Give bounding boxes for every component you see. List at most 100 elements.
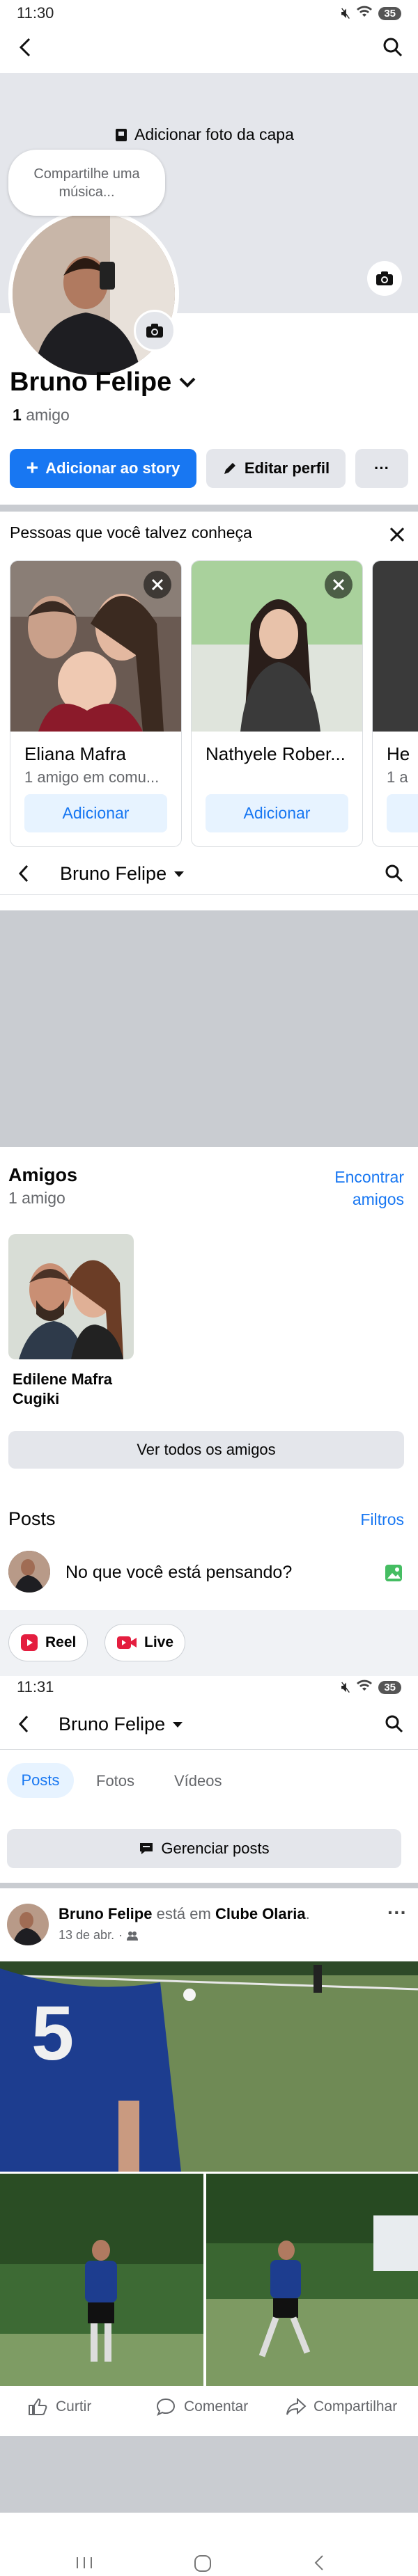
see-all-friends-button[interactable]: Ver todos os amigos: [8, 1431, 404, 1469]
friend-count-line[interactable]: 1 amigo: [13, 406, 70, 425]
back-button[interactable]: [10, 860, 38, 887]
content-placeholder: [0, 910, 418, 1147]
pencil-icon: [224, 463, 235, 474]
post-date[interactable]: 13 de abr.: [59, 1928, 114, 1943]
pymk-card[interactable]: Eliana Mafra 1 amigo em comu... Adiciona…: [10, 560, 182, 847]
header-name-dropdown[interactable]: Bruno Felipe: [59, 1714, 183, 1735]
pymk-photo: [373, 561, 418, 732]
dismiss-suggestion-button[interactable]: [325, 571, 353, 599]
find-friends-link[interactable]: Encontrar amigos: [334, 1166, 404, 1210]
post-meta: 13 de abr. ·: [59, 1928, 139, 1943]
pymk-card[interactable]: He 1 a: [372, 560, 418, 847]
friend-name[interactable]: Edilene Mafra Cugiki: [13, 1370, 112, 1409]
header-name: Bruno Felipe: [60, 863, 167, 884]
suggestion-name: Nathyele Rober...: [206, 743, 346, 764]
search-button[interactable]: [380, 1710, 408, 1738]
pymk-card[interactable]: Nathyele Rober... Adicionar: [191, 560, 363, 847]
live-video-icon: [117, 1636, 137, 1649]
back-button[interactable]: [10, 1710, 38, 1738]
edit-profile-label: Editar perfil: [244, 459, 330, 477]
edit-profile-button[interactable]: Editar perfil: [206, 449, 346, 488]
profile-name: Bruno Felipe: [10, 368, 172, 397]
friend-photo-image: [8, 1234, 134, 1359]
friend-name-line1: Edilene Mafra: [13, 1370, 113, 1388]
reel-label: Reel: [45, 1634, 77, 1650]
mute-icon: 🔇︎: [341, 4, 351, 22]
manage-posts-button[interactable]: Gerenciar posts: [7, 1829, 401, 1868]
add-to-story-button[interactable]: + Adicionar ao story: [10, 449, 196, 488]
close-icon: [151, 578, 164, 591]
live-label: Live: [144, 1634, 174, 1650]
avatar[interactable]: [8, 1551, 50, 1593]
status-bar: 11:31 🔇︎ 35: [0, 1674, 418, 1702]
suggestion-name: He: [387, 743, 410, 764]
battery-indicator: 35: [378, 1680, 401, 1694]
search-icon: [385, 864, 403, 883]
close-icon: [389, 527, 405, 542]
home-button[interactable]: [194, 2554, 212, 2576]
status-icons: 🔇︎ 35: [341, 4, 401, 22]
music-bubble[interactable]: Compartilhe uma música...: [8, 150, 165, 216]
suggestion-mutual: 1 amigo em comu...: [24, 768, 160, 786]
photo-icon: [385, 1565, 402, 1581]
tab-videos[interactable]: Vídeos: [174, 1772, 222, 1790]
recent-apps-button[interactable]: [75, 2556, 93, 2573]
system-back-button[interactable]: [314, 2554, 325, 2575]
post-photo-main[interactable]: 5: [0, 1961, 418, 2172]
post-avatar[interactable]: [7, 1904, 49, 1945]
feed-placeholder: [0, 2436, 418, 2513]
mute-icon: 🔇︎: [341, 1678, 351, 1696]
add-cover-photo-button[interactable]: Adicionar foto da capa: [115, 125, 294, 144]
share-label: Compartilhar: [314, 2399, 398, 2415]
chat-icon: [140, 1843, 153, 1854]
post-photo-left[interactable]: [0, 2174, 203, 2386]
friend-photo[interactable]: [8, 1234, 134, 1359]
add-friend-button[interactable]: [387, 794, 418, 832]
recent-apps-icon: [77, 2557, 92, 2568]
header-divider: [0, 1749, 418, 1750]
tab-photos[interactable]: Fotos: [96, 1772, 134, 1790]
back-button[interactable]: [11, 33, 39, 61]
pymk-title: Pessoas que você talvez conheça: [10, 523, 252, 542]
post-photo-right[interactable]: [206, 2174, 418, 2386]
avatar-camera-button[interactable]: [134, 310, 176, 351]
add-friend-button[interactable]: Adicionar: [24, 794, 167, 832]
section-divider: [0, 1883, 418, 1888]
comment-button[interactable]: Comentar: [156, 2398, 248, 2416]
section-divider: [0, 505, 418, 512]
post-author[interactable]: Bruno Felipe: [59, 1905, 152, 1922]
status-composer[interactable]: No que você está pensando?: [65, 1563, 292, 1583]
share-button[interactable]: Compartilhar: [286, 2398, 397, 2416]
wifi-icon: [356, 4, 373, 22]
tab-posts[interactable]: Posts: [7, 1763, 74, 1798]
profile-name-row[interactable]: Bruno Felipe: [10, 368, 196, 397]
search-button[interactable]: [379, 33, 407, 61]
photo-upload-button[interactable]: [382, 1561, 405, 1585]
friend-name-line2: Cugiki: [13, 1390, 60, 1407]
comment-icon: [156, 2398, 176, 2416]
like-icon: [29, 2398, 47, 2415]
friend-count-word: amigo: [26, 406, 70, 424]
suggestion-name: Eliana Mafra: [24, 743, 126, 764]
search-button[interactable]: [380, 860, 408, 887]
filters-link[interactable]: Filtros: [360, 1510, 404, 1529]
header-name-dropdown[interactable]: Bruno Felipe: [60, 863, 185, 885]
suggestion-mutual: 1 a: [387, 768, 408, 786]
post-options-button[interactable]: ···: [387, 1902, 407, 1924]
pymk-close-button[interactable]: [383, 521, 411, 548]
reel-button[interactable]: Reel: [8, 1624, 88, 1661]
live-button[interactable]: Live: [104, 1624, 186, 1661]
share-icon: [286, 2398, 307, 2415]
add-friend-button[interactable]: Adicionar: [206, 794, 348, 832]
cover-camera-button[interactable]: [367, 261, 402, 296]
post-photo-left-image: [0, 2174, 203, 2386]
back-arrow-icon: [19, 38, 31, 57]
like-button[interactable]: Curtir: [28, 2398, 91, 2416]
home-icon: [194, 2555, 211, 2572]
post-author-line: Bruno Felipe está em Clube Olaria.: [59, 1905, 310, 1922]
dismiss-suggestion-button[interactable]: [144, 571, 171, 599]
post-place[interactable]: Clube Olaria: [215, 1905, 306, 1922]
jersey-number: 5: [31, 1991, 75, 2076]
friends-count: 1 amigo: [8, 1189, 65, 1207]
more-options-button[interactable]: ···: [355, 449, 408, 488]
